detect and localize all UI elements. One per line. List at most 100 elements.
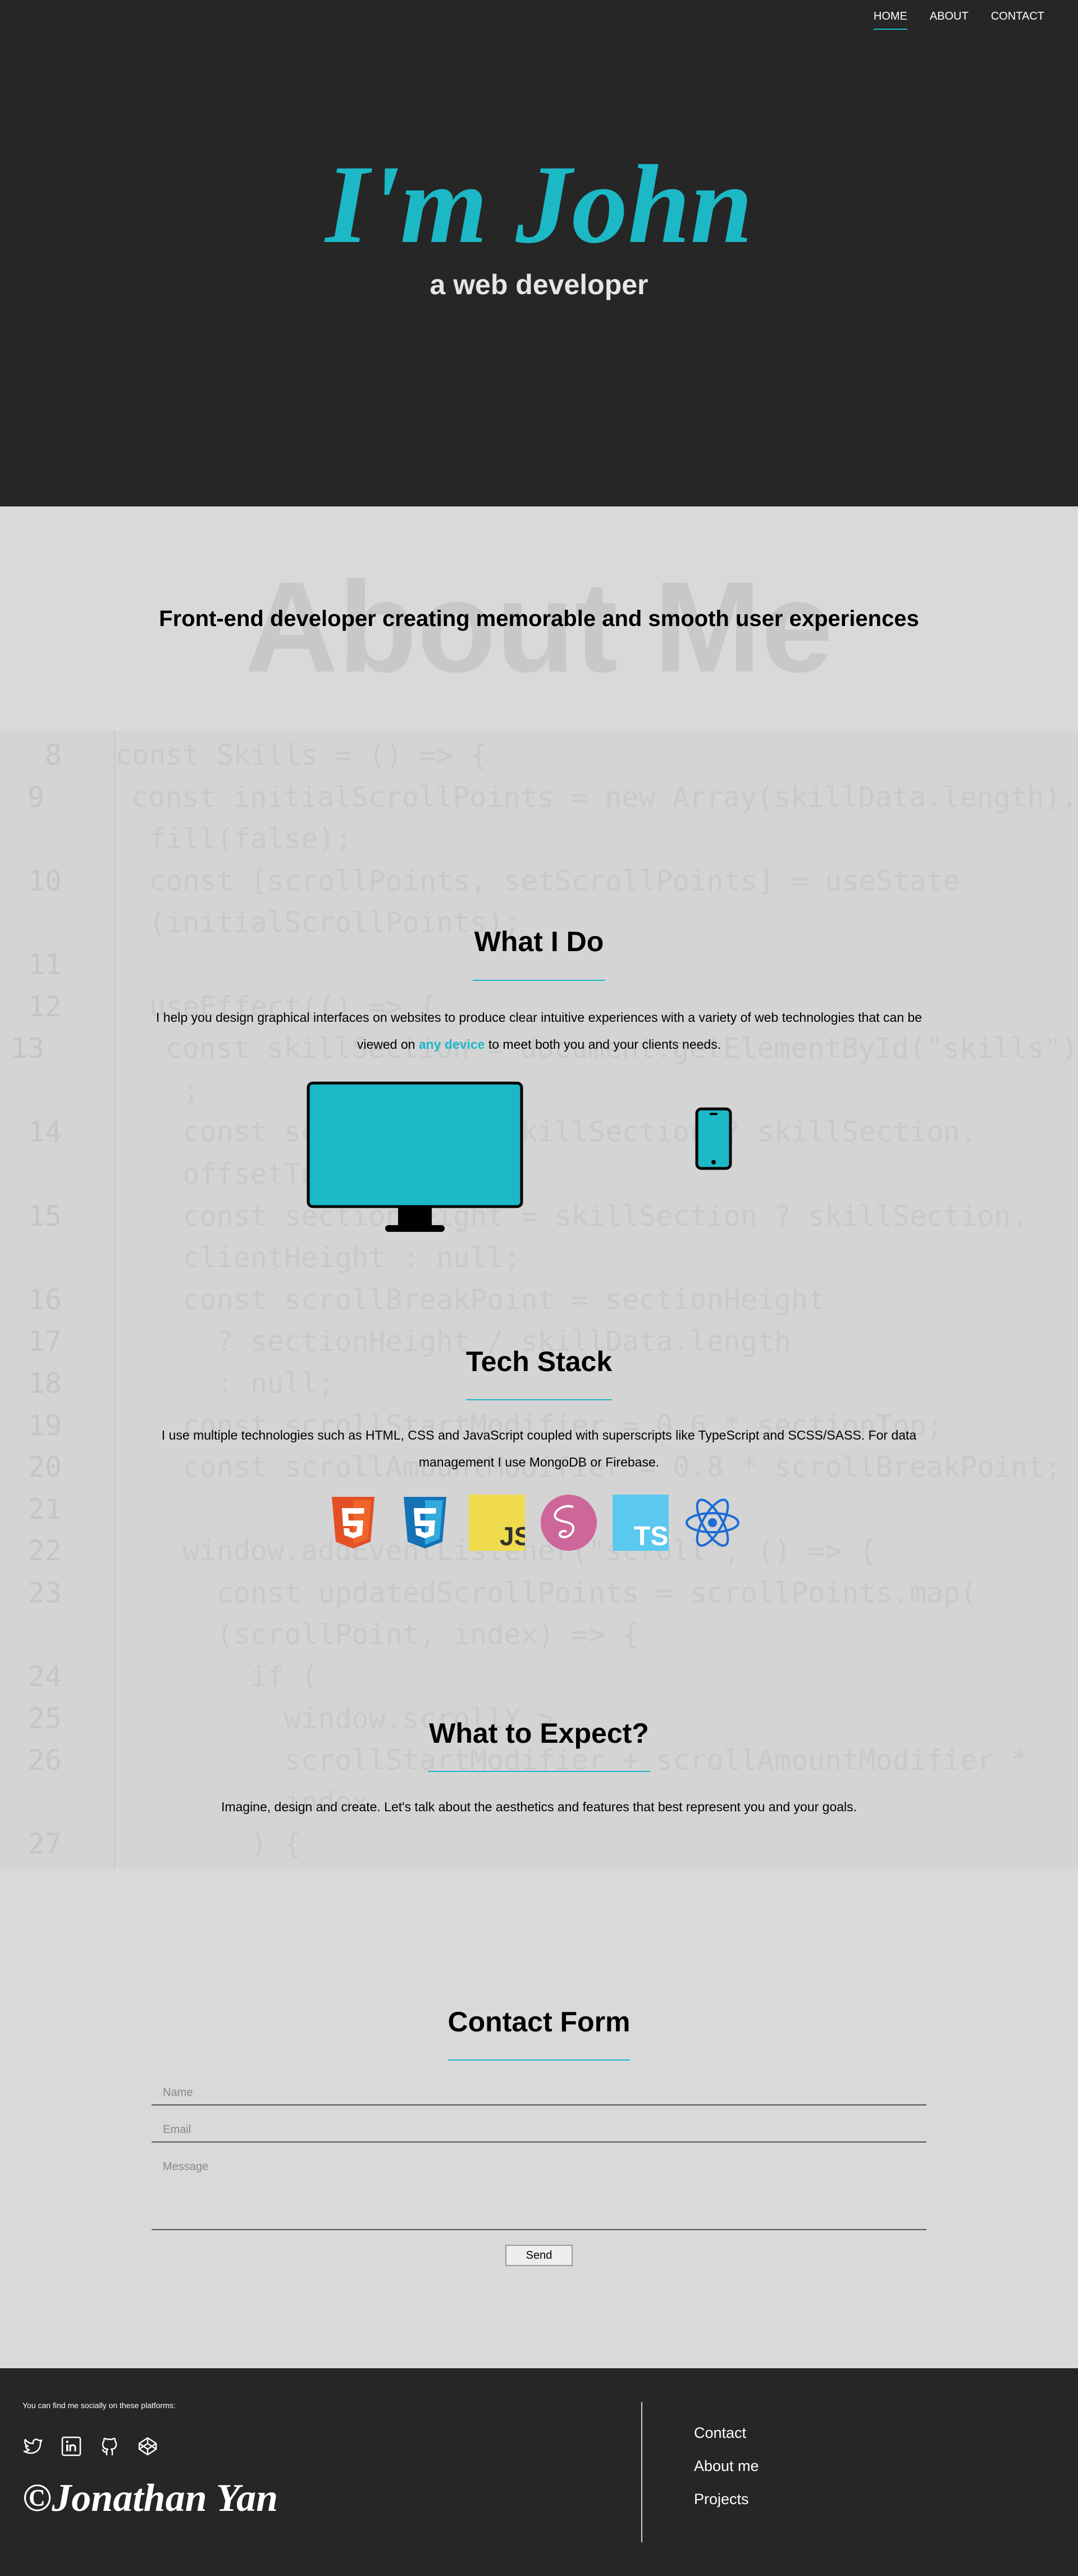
code-line-number: 27 (28, 1828, 62, 1861)
what-to-expect-title: What to Expect? (429, 1718, 649, 1749)
footer-projects-link[interactable]: Projects (694, 2491, 759, 2508)
footer-about-link[interactable]: About me (694, 2458, 759, 2475)
code-line-text: const sectionHeight = skillSection ? ski… (115, 1199, 1028, 1232)
skills-section: 8 const Skills = () => { 9 const initialSc… (0, 731, 1078, 1869)
hero-subtitle: a web developer (430, 269, 648, 300)
contact-form-underline (448, 2059, 630, 2061)
code-line-number (0, 1614, 90, 1656)
footer-links: Contact About me Projects (694, 2424, 759, 2508)
what-i-do-title: What I Do (474, 926, 604, 957)
linkedin-icon[interactable] (61, 2436, 82, 2457)
code-line-number: 9 (27, 780, 45, 814)
name-placeholder: Name (163, 2086, 193, 2099)
codepen-icon[interactable] (137, 2436, 158, 2457)
what-i-do-text: I help you design graphical interfaces o… (0, 1004, 1078, 1058)
code-line-number: 16 (28, 1283, 62, 1316)
tech-stack-text: I use multiple technologies such as HTML… (161, 1428, 917, 1469)
nav-contact-link[interactable]: CONTACT (991, 10, 1044, 30)
code-line: 23 const updatedScrollPoints = scrollPoi… (0, 1572, 1078, 1614)
top-navigation: HOME ABOUT CONTACT (0, 0, 1078, 34)
what-to-expect-text: Imagine, design and create. Let's talk a… (221, 1799, 857, 1814)
code-line-text: (scrollPoint, index) => { (115, 1618, 640, 1651)
footer-signature: ©Jonathan Yan (22, 2477, 278, 2520)
code-line-text: if ( (115, 1660, 318, 1693)
send-button[interactable]: Send (505, 2245, 573, 2266)
about-tagline: Front-end developer creating memorable a… (159, 606, 919, 631)
code-line-number: 10 (28, 864, 62, 897)
code-line-text: const scrollBreakPoint = sectionHeight (115, 1283, 825, 1316)
contact-form-title: Contact Form (447, 2006, 631, 2038)
code-line: 16 const scrollBreakPoint = sectionHeigh… (0, 1279, 1078, 1321)
code-line-text: const sectionTop = skillSection ? skillS… (115, 1116, 977, 1149)
what-i-do-underline (473, 980, 605, 981)
code-line-number: 8 (44, 739, 62, 771)
nav-links: HOME ABOUT CONTACT (873, 10, 1044, 30)
code-line-text: clientHeight : null; (115, 1241, 521, 1275)
contact-section: Contact Form Name Email Message Send (0, 1869, 1078, 2368)
email-field[interactable]: Email (152, 2117, 926, 2143)
monitor-illustration (307, 1081, 523, 1237)
code-line: 15 const sectionHeight = skillSection ? … (0, 1195, 1078, 1237)
twitter-icon[interactable] (22, 2436, 44, 2457)
about-section: About Me Front-end developer creating me… (0, 506, 1078, 731)
code-line: fill(false); (0, 818, 1078, 860)
code-line-text: const updatedScrollPoints = scrollPoints… (115, 1576, 977, 1609)
code-line-text: ) { (115, 1828, 302, 1861)
what-i-do-text-end: to meet both you and your clients needs. (485, 1037, 721, 1052)
phone-illustration (695, 1107, 732, 1173)
code-line-number: 15 (28, 1199, 62, 1232)
code-line-number (0, 1070, 90, 1112)
code-line-text: const Skills = () => { (115, 739, 487, 771)
code-line: 27 ) { (0, 1823, 1078, 1865)
typescript-icon: TS (613, 1495, 669, 1551)
code-background: 8 const Skills = () => { 9 const initialSc… (0, 731, 1078, 1869)
what-to-expect-underline (428, 1771, 650, 1772)
code-line: 24 if ( (0, 1656, 1078, 1698)
code-line: 8 const Skills = () => { (0, 734, 1078, 777)
nav-home-link[interactable]: HOME (873, 10, 907, 30)
tech-stack-title: Tech Stack (465, 1346, 613, 1377)
footer-divider (641, 2402, 642, 2542)
footer: You can find me socially on these platfo… (0, 2368, 1078, 2576)
code-line: offsetTop : null; (0, 1153, 1078, 1195)
code-line-number (0, 1237, 90, 1279)
svg-text:TS: TS (634, 1522, 668, 1551)
code-line: 10 const [scrollPoints, setScrollPoints]… (0, 860, 1078, 902)
code-line-text: ; (115, 1074, 200, 1107)
hero-title: I'm John (325, 143, 753, 267)
code-line-text: fill(false); (115, 823, 352, 856)
react-icon (684, 1495, 741, 1551)
social-links (22, 2436, 158, 2457)
github-icon[interactable] (99, 2436, 120, 2457)
code-line: 14 const sectionTop = skillSection ? ski… (0, 1111, 1078, 1153)
message-field[interactable]: Message (152, 2154, 926, 2230)
footer-contact-link[interactable]: Contact (694, 2424, 759, 2442)
hero-section: I'm John a web developer (0, 0, 1078, 506)
code-line-text: const initialScrollPoints = new Array(sk… (98, 780, 1078, 814)
code-line: 9 const initialScrollPoints = new Array(… (0, 777, 1078, 819)
code-line-number (0, 1153, 90, 1195)
social-note: You can find me socially on these platfo… (22, 2401, 176, 2410)
code-line: (scrollPoint, index) => { (0, 1614, 1078, 1656)
html5-icon (325, 1495, 381, 1551)
code-line-number: 23 (28, 1576, 62, 1609)
css3-icon (397, 1495, 453, 1551)
nav-about-link[interactable]: ABOUT (930, 10, 969, 30)
code-line-number: 24 (28, 1660, 62, 1693)
message-placeholder: Message (163, 2161, 209, 2173)
code-line-number: 22 (28, 1534, 62, 1568)
tech-icons: JS TS (325, 1495, 741, 1551)
tech-stack-underline (466, 1399, 612, 1400)
code-line: clientHeight : null; (0, 1237, 1078, 1279)
code-line-number: 14 (28, 1116, 62, 1149)
name-field[interactable]: Name (152, 2081, 926, 2105)
code-line-text: const [scrollPoints, setScrollPoints] = … (115, 864, 961, 897)
svg-text:JS: JS (500, 1522, 525, 1551)
code-line: ; (0, 1070, 1078, 1112)
any-device-link[interactable]: any device (419, 1037, 485, 1052)
code-line-number (0, 818, 90, 860)
sass-icon (541, 1495, 597, 1551)
email-placeholder: Email (163, 2123, 191, 2136)
javascript-icon: JS (469, 1495, 531, 1551)
